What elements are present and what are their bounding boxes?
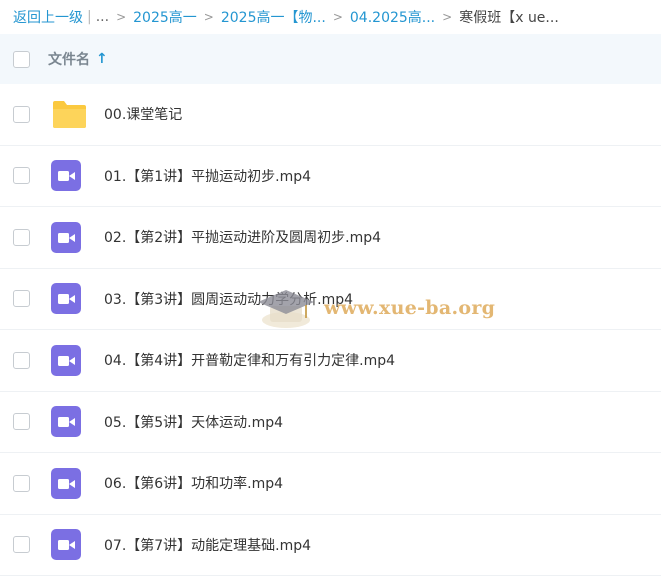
row-checkbox[interactable]: [13, 474, 30, 492]
row-checkbox[interactable]: [13, 536, 30, 554]
file-name[interactable]: 01.【第1讲】平抛运动初步.mp4: [104, 166, 311, 186]
select-all-checkbox[interactable]: [13, 50, 30, 68]
folder-icon: [51, 99, 88, 130]
chevron-right-icon: >: [203, 10, 214, 24]
breadcrumb-item-3[interactable]: 04.2025高...: [350, 7, 435, 27]
file-list: 00.课堂笔记 01.【第1讲】平抛运动初步.mp4 02.【第2讲】平抛运动进…: [0, 84, 661, 576]
list-item[interactable]: 06.【第6讲】功和功率.mp4: [0, 453, 661, 515]
back-link[interactable]: 返回上一级: [13, 7, 83, 27]
file-name[interactable]: 06.【第6讲】功和功率.mp4: [104, 473, 283, 493]
breadcrumb-ellipsis[interactable]: ...: [96, 9, 109, 25]
file-name[interactable]: 05.【第5讲】天体运动.mp4: [104, 412, 283, 432]
list-item[interactable]: 07.【第7讲】动能定理基础.mp4: [0, 515, 661, 576]
breadcrumb-current: 寒假班【x ue...: [459, 10, 559, 26]
file-list-header: 文件名 ↑: [0, 34, 661, 84]
chevron-right-icon: >: [442, 10, 453, 24]
breadcrumb: 返回上一级 | ... > 2025高一 > 2025高一【物... > 04.…: [0, 0, 661, 34]
row-checkbox[interactable]: [13, 105, 30, 123]
list-item[interactable]: 04.【第4讲】开普勒定律和万有引力定律.mp4: [0, 330, 661, 392]
row-checkbox[interactable]: [13, 351, 30, 369]
file-name[interactable]: 00.课堂笔记: [104, 104, 182, 124]
video-file-icon: [51, 406, 88, 438]
list-item[interactable]: 02.【第2讲】平抛运动进阶及圆周初步.mp4: [0, 207, 661, 269]
video-file-icon: [51, 283, 88, 315]
row-checkbox[interactable]: [13, 228, 30, 246]
row-checkbox[interactable]: [13, 167, 30, 185]
file-name[interactable]: 03.【第3讲】圆周运动动力学分析.mp4: [104, 289, 353, 309]
list-item[interactable]: 05.【第5讲】天体运动.mp4: [0, 392, 661, 453]
breadcrumb-item-2[interactable]: 2025高一【物...: [221, 7, 326, 27]
chevron-right-icon: >: [116, 10, 127, 24]
video-file-icon: [51, 529, 88, 561]
list-item[interactable]: 01.【第1讲】平抛运动初步.mp4: [0, 146, 661, 207]
video-file-icon: [51, 221, 88, 253]
chevron-right-icon: >: [332, 10, 343, 24]
file-name[interactable]: 04.【第4讲】开普勒定律和万有引力定律.mp4: [104, 350, 395, 370]
video-file-icon: [51, 344, 88, 376]
column-title-filename[interactable]: 文件名: [48, 49, 90, 69]
list-item[interactable]: 00.课堂笔记: [0, 84, 661, 146]
file-name[interactable]: 02.【第2讲】平抛运动进阶及圆周初步.mp4: [104, 227, 381, 247]
list-item[interactable]: 03.【第3讲】圆周运动动力学分析.mp4: [0, 269, 661, 330]
breadcrumb-item-1[interactable]: 2025高一: [133, 7, 197, 27]
sort-ascending-icon[interactable]: ↑: [96, 51, 108, 67]
video-file-icon: [51, 467, 88, 499]
video-file-icon: [51, 160, 88, 192]
row-checkbox[interactable]: [13, 290, 30, 308]
file-name[interactable]: 07.【第7讲】动能定理基础.mp4: [104, 535, 311, 555]
breadcrumb-separator: |: [87, 9, 92, 25]
row-checkbox[interactable]: [13, 413, 30, 431]
